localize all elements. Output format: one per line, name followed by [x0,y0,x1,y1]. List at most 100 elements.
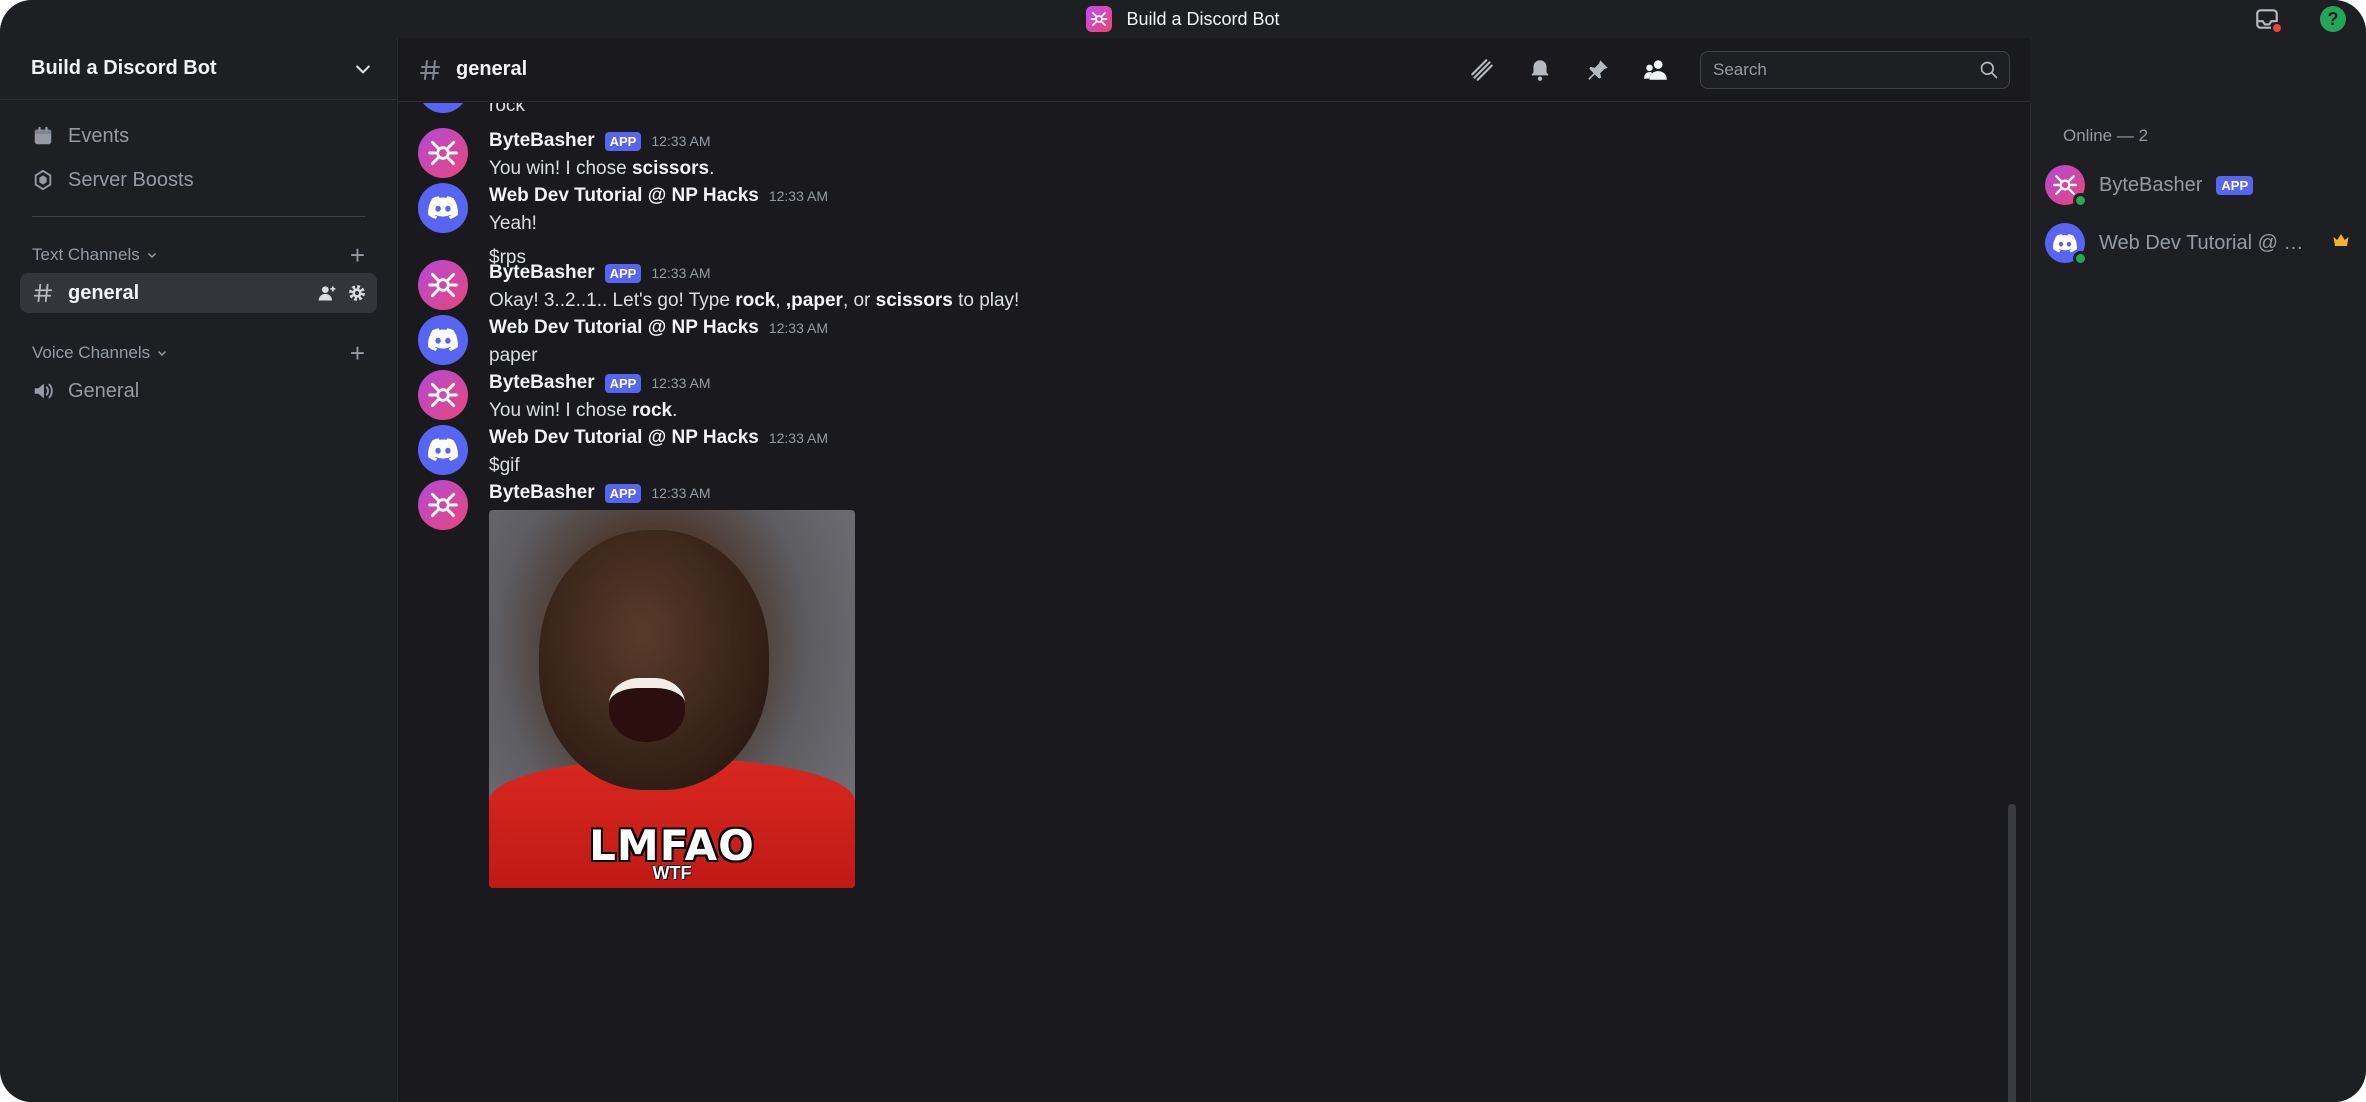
message-timestamp: 12:33 AM [768,320,828,336]
bell-icon[interactable] [1526,56,1554,84]
gif-attachment[interactable]: LMFAO WTF [489,510,855,888]
message-text: You win! I chose rock. [489,400,678,421]
channel-voice-general[interactable]: General [20,371,377,411]
app-badge: APP [604,483,642,503]
bot-avatar-icon [2052,175,2078,195]
message-text: Okay! 3..2..1.. Let's go! Type rock, ,pa… [489,290,1020,311]
server-header[interactable]: Build a Discord Bot [0,38,397,100]
chevron-down-icon [158,350,167,357]
sidebar-item-label: Server Boosts [68,168,194,191]
avatar[interactable] [418,128,468,178]
search-box[interactable] [1700,50,2010,89]
message-author[interactable]: Web Dev Tutorial @ NP Hacks [489,185,759,207]
inbox-icon[interactable] [2254,6,2283,34]
discord-logo-icon [2053,233,2077,252]
avatar [2045,165,2088,208]
discord-logo-icon [428,438,458,462]
category-voice-channels[interactable]: Voice Channels + [20,335,377,371]
app-badge: APP [604,373,642,393]
message-timestamp: 12:33 AM [651,485,711,501]
message-author[interactable]: ByteBasher [489,130,595,152]
member-name: ByteBasher [2099,173,2203,196]
avatar[interactable] [418,480,468,530]
message: Web Dev Tutorial @ NP Hacks 12:33 AM Yea… [418,183,1978,271]
avatar[interactable] [418,370,468,420]
avatar[interactable] [418,260,468,310]
sidebar-item-label: Events [68,124,130,147]
gear-icon[interactable] [347,283,367,303]
message-timestamp: 12:33 AM [651,375,711,391]
chevron-down-icon [147,252,156,259]
search-icon [1980,61,1998,78]
threads-icon[interactable] [1468,56,1496,84]
invite-icon[interactable] [317,283,337,303]
message-text: You win! I chose scissors. [489,158,715,179]
discord-logo-icon [428,328,458,352]
message: ByteBasher APP 12:33 AM Okay! 3..2..1.. … [418,260,1978,314]
server-logo-icon [1086,6,1113,32]
avatar[interactable] [418,183,468,233]
message-text: $gif [489,455,520,476]
discord-logo-icon [428,196,458,220]
window-title: Build a Discord Bot [1126,8,1280,29]
channel-title: general [456,58,528,80]
member-list: Online — 2 ByteBasher APP Web Dev Tutori… [2030,102,2366,1102]
message: ByteBasher APP 12:33 AM You win! I chose… [418,370,1978,424]
help-icon[interactable]: ? [2320,6,2346,32]
message-author[interactable]: Web Dev Tutorial @ NP Hacks [489,427,759,449]
avatar[interactable] [418,425,468,475]
online-status-dot [2073,251,2088,266]
bot-avatar-icon [428,382,458,408]
window-title-group: Build a Discord Bot [1086,6,1280,32]
message-author[interactable]: ByteBasher [489,482,595,504]
member-name: Web Dev Tutorial @ N... [2099,231,2309,254]
message-timestamp: 12:33 AM [651,133,711,149]
channel-name: General [68,379,140,402]
member-list-icon[interactable] [1642,56,1670,84]
divider [32,216,365,217]
bot-avatar-icon [428,492,458,518]
sidebar-item-server-boosts[interactable]: Server Boosts [20,158,377,202]
sidebar-item-events[interactable]: Events [20,114,377,158]
create-channel-icon[interactable]: + [350,340,365,366]
avatar [2045,223,2088,266]
category-label: Text Channels [32,245,140,264]
gif-face [539,530,769,790]
channel-name: general [68,281,140,304]
crown-icon [2333,234,2349,246]
member-item[interactable]: ByteBasher APP [2031,160,2366,210]
speaker-icon [34,383,53,399]
pin-icon[interactable] [1584,56,1612,84]
scrollbar-thumb[interactable] [2008,804,2016,1102]
hashtag-icon [420,59,440,80]
message-author[interactable]: ByteBasher [489,372,595,394]
message-text: paper [489,345,538,366]
channel-sidebar: Build a Discord Bot Events Server Boosts… [0,38,398,1102]
avatar[interactable] [418,103,468,113]
bot-avatar-icon [428,140,458,166]
message-timestamp: 12:33 AM [768,430,828,446]
app-window: Build a Discord Bot ? Build a Discord Bo… [0,0,2366,1102]
message-author[interactable]: ByteBasher [489,262,595,284]
message-list: rock ByteBasher APP 12:33 AM You win! I … [398,103,2030,1102]
members-header: Online — 2 [2063,126,2149,145]
app-badge: APP [2216,175,2254,195]
create-channel-icon[interactable]: + [350,242,365,268]
member-item[interactable]: Web Dev Tutorial @ N... [2031,218,2366,268]
message: Web Dev Tutorial @ NP Hacks 12:33 AM pap… [418,315,1978,369]
search-input[interactable] [1713,59,1953,80]
avatar[interactable] [418,315,468,365]
category-text-channels[interactable]: Text Channels + [20,237,377,273]
message: Web Dev Tutorial @ NP Hacks 12:33 AM $gi… [418,425,1978,479]
message: ByteBasher APP 12:33 AM LMFAO WTF [418,480,1978,888]
server-name: Build a Discord Bot [31,57,217,79]
message-timestamp: 12:33 AM [768,188,828,204]
message-partial: rock [418,103,1978,119]
channel-general[interactable]: general [20,273,377,313]
message-author[interactable]: Web Dev Tutorial @ NP Hacks [489,317,759,339]
message: ByteBasher APP 12:33 AM You win! I chose… [418,128,1978,182]
notification-dot [2271,22,2283,34]
chat-header: general [398,38,2030,102]
message-timestamp: 12:33 AM [651,265,711,281]
message-text: Yeah! [489,213,537,234]
